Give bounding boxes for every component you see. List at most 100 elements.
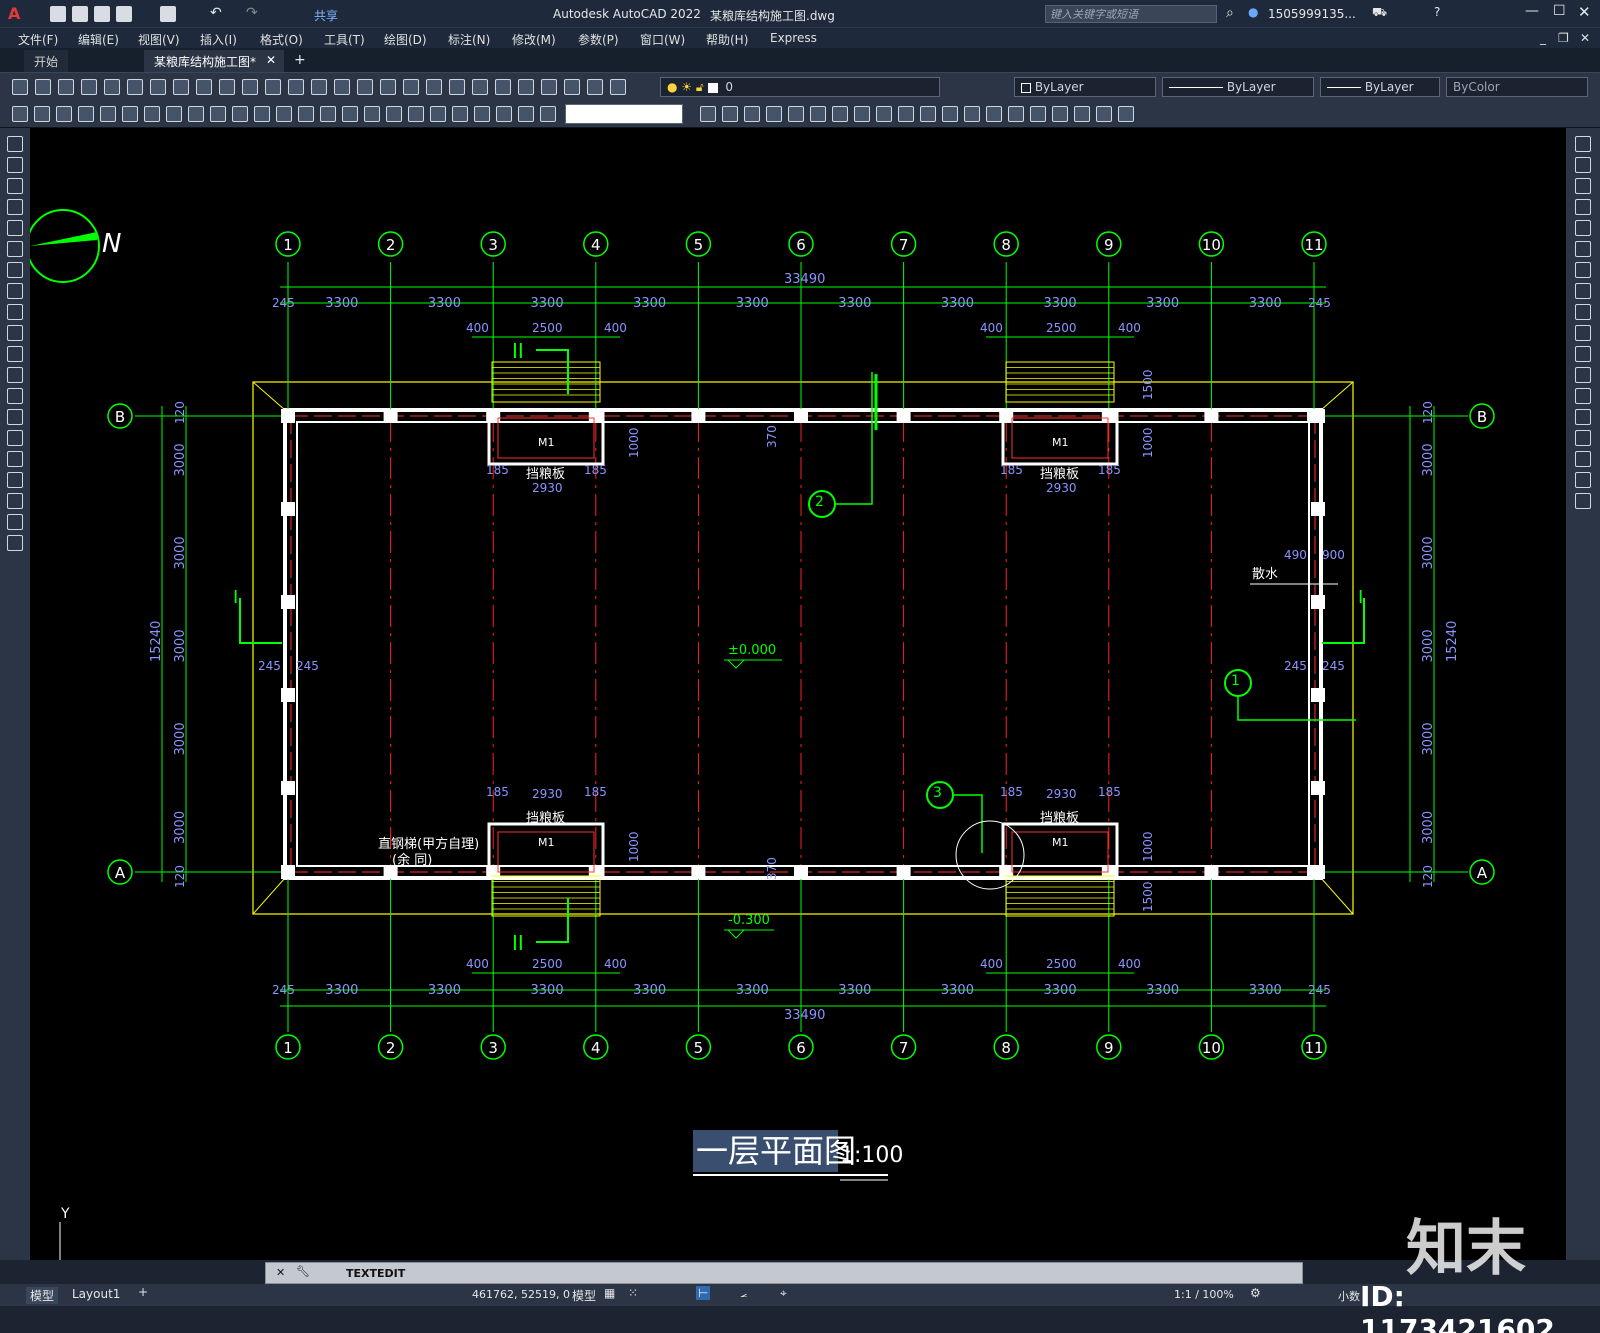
annotation-scale[interactable]: 1:1 / 100% bbox=[1174, 1288, 1234, 1301]
dim-tool-7-icon[interactable] bbox=[144, 106, 160, 122]
dim-tool-18-icon[interactable] bbox=[386, 106, 402, 122]
modify-tool-14-icon[interactable] bbox=[1575, 409, 1591, 425]
qat-save-icon[interactable] bbox=[94, 6, 110, 22]
menu-parametric[interactable]: 参数(P) bbox=[578, 31, 619, 48]
std-tool-15-icon[interactable] bbox=[334, 79, 350, 95]
dim-tool-20-icon[interactable] bbox=[430, 106, 446, 122]
draw-tool-15-icon[interactable] bbox=[7, 430, 23, 446]
menu-view[interactable]: 视图(V) bbox=[138, 31, 180, 48]
std-tool-10-icon[interactable] bbox=[219, 79, 235, 95]
modify-tool-12-icon[interactable] bbox=[1575, 367, 1591, 383]
layout-tab-1[interactable]: Layout1 bbox=[72, 1287, 120, 1301]
modify-quick-13-icon[interactable] bbox=[964, 106, 980, 122]
new-tab-button[interactable]: + bbox=[294, 52, 306, 68]
dim-tool-9-icon[interactable] bbox=[188, 106, 204, 122]
search-icon[interactable]: ⌕ bbox=[1226, 5, 1234, 21]
snap-icon[interactable]: ⁙ bbox=[628, 1286, 638, 1300]
std-tool-23-icon[interactable] bbox=[518, 79, 534, 95]
modify-tool-18-icon[interactable] bbox=[1575, 493, 1591, 509]
plotstyle-dropdown[interactable]: ByColor bbox=[1446, 77, 1588, 97]
std-tool-13-icon[interactable] bbox=[288, 79, 304, 95]
menu-file[interactable]: 文件(F) bbox=[18, 31, 58, 48]
modify-tool-17-icon[interactable] bbox=[1575, 472, 1591, 488]
dim-tool-2-icon[interactable] bbox=[34, 106, 50, 122]
std-tool-22-icon[interactable] bbox=[495, 79, 511, 95]
dim-tool-6-icon[interactable] bbox=[122, 106, 138, 122]
modify-quick-15-icon[interactable] bbox=[1008, 106, 1024, 122]
modify-quick-5-icon[interactable] bbox=[788, 106, 804, 122]
modify-tool-13-icon[interactable] bbox=[1575, 388, 1591, 404]
draw-tool-4-icon[interactable] bbox=[7, 199, 23, 215]
modify-quick-9-icon[interactable] bbox=[876, 106, 892, 122]
qat-saveas-icon[interactable] bbox=[116, 6, 132, 22]
dim-tool-21-icon[interactable] bbox=[452, 106, 468, 122]
dim-tool-12-icon[interactable] bbox=[254, 106, 270, 122]
std-tool-14-icon[interactable] bbox=[311, 79, 327, 95]
command-line[interactable]: ✕ 🔧︎ TEXTEDIT bbox=[265, 1262, 1303, 1284]
user-icon[interactable]: ● bbox=[1248, 5, 1258, 19]
qat-new-icon[interactable] bbox=[50, 6, 66, 22]
modify-quick-1-icon[interactable] bbox=[700, 106, 716, 122]
dim-tool-3-icon[interactable] bbox=[56, 106, 72, 122]
menu-format[interactable]: 格式(O) bbox=[260, 31, 303, 48]
modify-tool-5-icon[interactable] bbox=[1575, 220, 1591, 236]
modify-tool-15-icon[interactable] bbox=[1575, 430, 1591, 446]
add-layout-button[interactable]: + bbox=[138, 1285, 148, 1299]
modify-quick-20-icon[interactable] bbox=[1118, 106, 1134, 122]
std-tool-11-icon[interactable] bbox=[242, 79, 258, 95]
modify-tool-4-icon[interactable] bbox=[1575, 199, 1591, 215]
cmd-wrench-icon[interactable]: 🔧︎ bbox=[296, 1265, 310, 1278]
dim-tool-13-icon[interactable] bbox=[276, 106, 292, 122]
modify-quick-11-icon[interactable] bbox=[920, 106, 936, 122]
tab-drawing[interactable]: 某粮库结构施工图* ✕ bbox=[144, 50, 284, 72]
draw-tool-3-icon[interactable] bbox=[7, 178, 23, 194]
menu-express[interactable]: Express bbox=[770, 31, 817, 45]
draw-tool-19-icon[interactable] bbox=[7, 514, 23, 530]
polar-icon[interactable]: ⦟ bbox=[740, 1286, 747, 1301]
modify-quick-14-icon[interactable] bbox=[986, 106, 1002, 122]
draw-tool-5-icon[interactable] bbox=[7, 220, 23, 236]
draw-tool-2-icon[interactable] bbox=[7, 157, 23, 173]
draw-tool-12-icon[interactable] bbox=[7, 367, 23, 383]
cart-icon[interactable]: ⛟ bbox=[1372, 5, 1387, 21]
modify-quick-6-icon[interactable] bbox=[810, 106, 826, 122]
share-button[interactable]: 共享 bbox=[314, 7, 338, 24]
modify-quick-4-icon[interactable] bbox=[766, 106, 782, 122]
osnap-icon[interactable]: ⌖ bbox=[780, 1286, 787, 1301]
dim-tool-23-icon[interactable] bbox=[496, 106, 512, 122]
draw-tool-7-icon[interactable] bbox=[7, 262, 23, 278]
draw-tool-18-icon[interactable] bbox=[7, 493, 23, 509]
menu-draw[interactable]: 绘图(D) bbox=[384, 31, 427, 48]
settings-icon[interactable]: ⚙ bbox=[1250, 1286, 1261, 1300]
color-dropdown[interactable]: ByLayer bbox=[1014, 77, 1156, 97]
qat-undo-icon[interactable]: ↶ bbox=[210, 5, 222, 21]
std-tool-2-icon[interactable] bbox=[35, 79, 51, 95]
modify-quick-16-icon[interactable] bbox=[1030, 106, 1046, 122]
modify-tool-8-icon[interactable] bbox=[1575, 283, 1591, 299]
tab-start[interactable]: 开始 bbox=[24, 50, 69, 72]
modify-quick-12-icon[interactable] bbox=[942, 106, 958, 122]
std-tool-4-icon[interactable] bbox=[81, 79, 97, 95]
minimize-button[interactable]: — bbox=[1525, 3, 1539, 19]
std-tool-1-icon[interactable] bbox=[12, 79, 28, 95]
dim-tool-14-icon[interactable] bbox=[298, 106, 314, 122]
modify-tool-16-icon[interactable] bbox=[1575, 451, 1591, 467]
std-tool-16-icon[interactable] bbox=[357, 79, 373, 95]
grid-icon[interactable]: ▦ bbox=[604, 1286, 615, 1300]
menu-edit[interactable]: 编辑(E) bbox=[78, 31, 119, 48]
modify-quick-3-icon[interactable] bbox=[744, 106, 760, 122]
std-tool-19-icon[interactable] bbox=[426, 79, 442, 95]
dim-tool-19-icon[interactable] bbox=[408, 106, 424, 122]
modify-tool-1-icon[interactable] bbox=[1575, 136, 1591, 152]
draw-tool-13-icon[interactable] bbox=[7, 388, 23, 404]
ortho-icon[interactable]: ⊢ bbox=[696, 1286, 711, 1300]
std-tool-24-icon[interactable] bbox=[541, 79, 557, 95]
dim-tool-24-icon[interactable] bbox=[518, 106, 534, 122]
dim-tool-10-icon[interactable] bbox=[210, 106, 226, 122]
doc-minimize-button[interactable]: _ bbox=[1540, 31, 1546, 45]
qat-plot-icon[interactable] bbox=[160, 6, 176, 22]
model-space-toggle[interactable]: 模型 bbox=[572, 1287, 596, 1304]
std-tool-17-icon[interactable] bbox=[380, 79, 396, 95]
search-input[interactable]: 键入关键字或短语 bbox=[1045, 5, 1217, 23]
layout-tab-model[interactable]: 模型 bbox=[26, 1287, 59, 1304]
